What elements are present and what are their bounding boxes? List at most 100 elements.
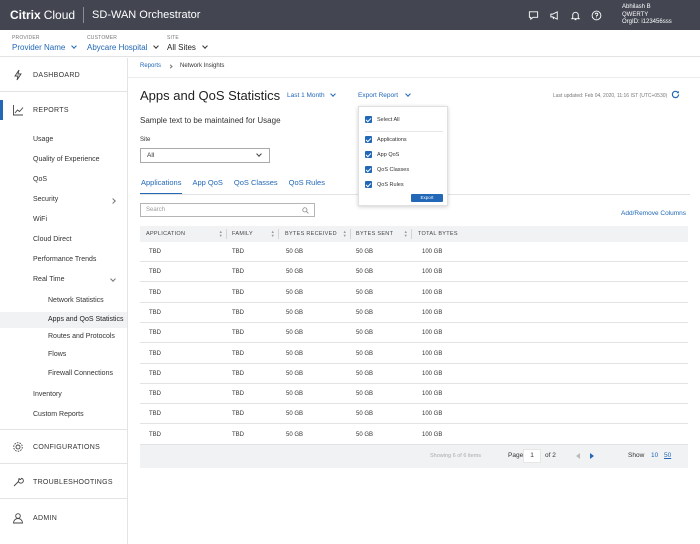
table-row[interactable]: TBD TBD 50 GB 50 GB 100 GB [140,242,688,262]
checkbox-checked-icon[interactable] [365,151,372,158]
search-icon[interactable] [302,207,309,219]
sidebar-item-qos[interactable]: QoS [33,176,47,183]
search-input[interactable]: Search [140,203,315,217]
customer-selector[interactable]: CUSTOMER Abycare Hospital [87,35,160,52]
nav-admin[interactable]: ADMIN [0,510,127,526]
user-icon [11,511,25,525]
column-header-bytes-received[interactable]: BYTES RECEIVED ▲ ▼ [279,226,350,242]
table-row[interactable]: TBD TBD 50 GB 50 GB 100 GB [140,404,688,425]
help-icon[interactable] [590,9,602,21]
table-cell: 50 GB [356,391,374,398]
column-header-total-bytes[interactable]: TOTAL BYTES [412,226,612,242]
export-option-app-qos[interactable]: App QoS [365,151,399,158]
table-row[interactable]: TBD TBD 50 GB 50 GB 100 GB [140,303,688,323]
sidebar-item-cloud-direct[interactable]: Cloud Direct [33,236,72,243]
checkbox-checked-icon[interactable] [365,181,372,188]
table-row[interactable]: TBD TBD 50 GB 50 GB 100 GB [140,262,688,283]
user-menu[interactable]: Abhilash B QWERTY OrgID: i123456sss [622,4,672,27]
prev-page-icon[interactable] [576,453,580,459]
table-cell: 50 GB [356,309,374,316]
chat-icon[interactable] [527,9,539,21]
nav-dashboard[interactable]: DASHBOARD [0,66,127,84]
table-cell: TBD [232,289,244,296]
sidebar-item-usage[interactable]: Usage [33,136,53,143]
column-header-application[interactable]: APPLICATION ▲ ▼ [140,226,226,242]
sidebar-item-wifi[interactable]: WiFi [33,216,47,223]
table-row[interactable]: TBD TBD 50 GB 50 GB 100 GB [140,384,688,405]
sidebar-item-inventory[interactable]: Inventory [33,391,62,398]
nav-dashboard-label: DASHBOARD [33,71,81,79]
site-filter-value: All [147,152,155,159]
export-option-qos-classes[interactable]: QoS Classes [365,166,409,173]
sort-icon[interactable]: ▲ ▼ [404,230,408,238]
tab-qos-classes[interactable]: QoS Classes [233,176,279,195]
provider-selector[interactable]: PROVIDER Provider Name [12,35,78,52]
chevron-down-icon [153,43,160,49]
site-selector[interactable]: SITE All Sites [167,35,208,52]
table-cell: TBD [149,269,161,276]
export-option-qos-rules[interactable]: QoS Rules [365,181,404,188]
sidebar-item-security[interactable]: Security [33,196,58,203]
refresh-icon[interactable] [671,90,680,101]
next-page-icon[interactable] [590,453,594,459]
table-cell: 50 GB [356,269,374,276]
table-cell: TBD [149,309,161,316]
table-row[interactable]: TBD TBD 50 GB 50 GB 100 GB [140,323,688,344]
export-button[interactable]: Export [411,194,443,202]
nav-troubleshootings[interactable]: TROUBLESHOOTINGS [0,474,127,490]
sidebar-item-real-time[interactable]: Real Time [33,276,65,283]
sidebar-item-flows[interactable]: Flows [0,347,127,363]
breadcrumb-reports[interactable]: Reports [140,63,161,69]
tab-applications[interactable]: Applications [140,176,183,195]
sidebar-item-routes-and-protocols[interactable]: Routes and Protocols [0,329,127,345]
user-name: Abhilash B [622,4,651,10]
sidebar-item-quality-of-experience[interactable]: Quality of Experience [33,156,100,163]
column-header-label: APPLICATION [146,231,186,237]
checkbox-checked-icon[interactable] [365,136,372,143]
page-size-10[interactable]: 10 [651,452,658,459]
site-filter-select[interactable]: All [140,148,270,163]
sidebar-item-firewall-connections[interactable]: Firewall Connections [0,366,127,382]
tab-qos-rules[interactable]: QoS Rules [288,176,326,195]
sort-icon[interactable]: ▲ ▼ [219,230,223,238]
sidebar-item-performance-trends[interactable]: Performance Trends [33,256,96,263]
checkbox-checked-icon[interactable] [365,166,372,173]
table-cell: TBD [149,289,161,296]
brand[interactable]: Citrix Cloud SD-WAN Orchestrator [0,0,200,30]
export-report-dropdown[interactable]: Export Report [358,91,411,99]
bell-icon[interactable] [569,9,581,21]
sidebar-item-custom-reports[interactable]: Custom Reports [33,411,84,418]
chevron-right-icon [168,63,173,69]
app-name: SD-WAN Orchestrator [92,9,201,21]
table-row[interactable]: TBD TBD 50 GB 50 GB 100 GB [140,425,688,445]
table-row[interactable]: TBD TBD 50 GB 50 GB 100 GB [140,364,688,384]
table-cell: TBD [232,249,244,255]
page-number-input[interactable]: 1 [523,449,541,463]
tab-bar: Applications App QoS QoS Classes QoS Rul… [140,176,335,196]
pagination-page-label: Page [508,452,524,459]
tab-app-qos[interactable]: App QoS [191,176,223,195]
table-row[interactable]: TBD TBD 50 GB 50 GB 100 GB [140,344,688,364]
column-header-bytes-sent[interactable]: BYTES SENT ▲ ▼ [350,226,411,242]
table-row[interactable]: TBD TBD 50 GB 50 GB 100 GB [140,283,688,303]
nav-admin-label: ADMIN [33,514,58,522]
column-header-family[interactable]: FAMILY ▲ ▼ [226,226,278,242]
chevron-right-icon [110,198,116,204]
megaphone-icon[interactable] [548,9,560,21]
page-size-50[interactable]: 50 [664,452,671,459]
add-remove-columns-link[interactable]: Add/Remove Columns [621,210,686,217]
table-cell: 100 GB [422,309,443,316]
sidebar-item-network-statistics[interactable]: Network Statistics [0,293,127,309]
checkbox-checked-icon[interactable] [365,116,372,123]
sort-icon[interactable]: ▲ ▼ [343,230,347,238]
export-option-applications[interactable]: Applications [365,136,407,143]
nav-configurations[interactable]: CONFIGURATIONS [0,439,127,455]
pagination-bar: Showing 6 of 6 items Page 1 of 2 Show 10… [140,445,688,468]
export-select-all[interactable]: Select All [365,116,400,123]
nav-reports[interactable]: REPORTS [0,100,127,120]
sidebar-item-apps-and-qos-statistics[interactable]: Apps and QoS Statistics [0,312,127,328]
sort-icon[interactable]: ▲ ▼ [271,230,275,238]
brand-divider [83,7,85,23]
period-dropdown[interactable]: Last 1 Month [287,91,336,99]
table-cell: 50 GB [286,431,304,438]
